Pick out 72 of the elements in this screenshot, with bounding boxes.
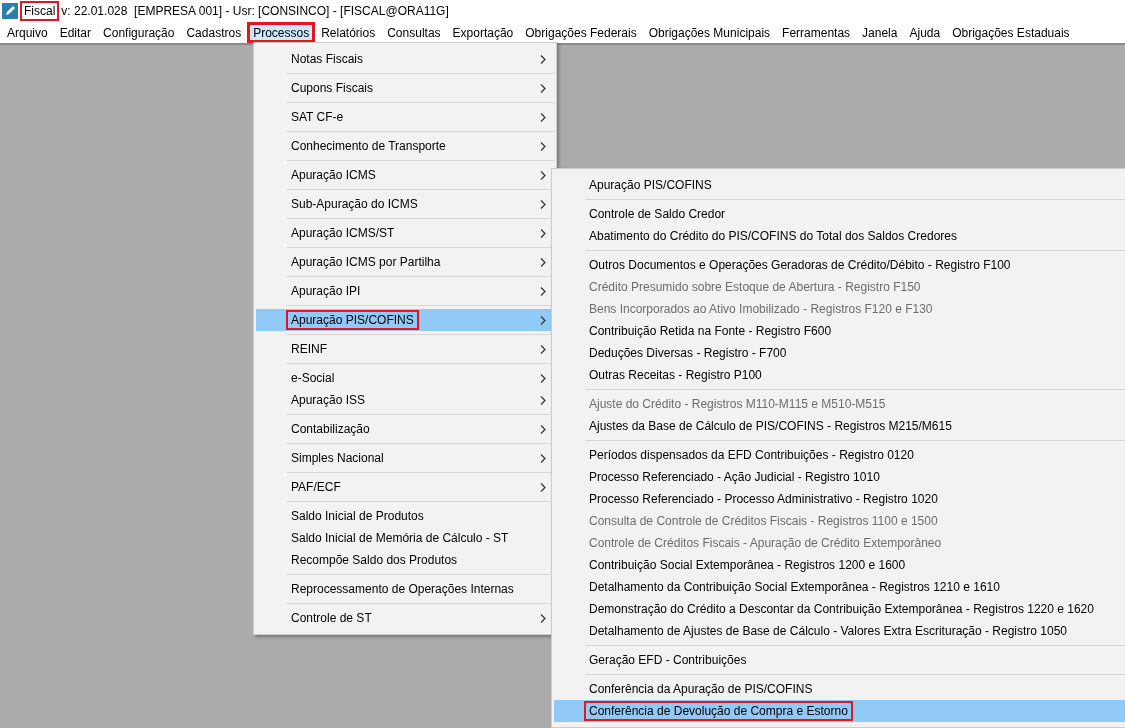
chevron-right-icon xyxy=(540,170,546,180)
menu-item[interactable]: Saldo Inicial de Memória de Cálculo - ST xyxy=(256,527,554,549)
menu-bar-item[interactable]: Janela xyxy=(856,22,904,43)
menu-item[interactable]: Cupons Fiscais xyxy=(256,77,554,99)
menu-bar-item[interactable]: Ajuda xyxy=(903,22,947,43)
menu-item[interactable]: Apuração IPI xyxy=(256,280,554,302)
menu-item[interactable]: Saldo Inicial de Produtos xyxy=(256,505,554,527)
menu-item[interactable]: Conhecimento de Transporte xyxy=(256,135,554,157)
menu-item[interactable]: Apuração ICMS por Partilha xyxy=(256,251,554,273)
menu-item[interactable]: Apuração PIS/COFINS xyxy=(256,309,554,331)
menu-item[interactable]: e-Social xyxy=(256,367,554,389)
menu-item[interactable]: Deduções Diversas - Registro - F700 xyxy=(554,342,1125,364)
menu-item[interactable]: REINF xyxy=(256,338,554,360)
menu-bar-item[interactable]: Cadastros xyxy=(180,22,248,43)
menu-item[interactable]: Abatimento do Crédito do PIS/COFINS do Total dos Saldos Credores xyxy=(554,225,1125,247)
menu-bar-item[interactable]: Ferramentas xyxy=(776,22,857,43)
menu-bar-item[interactable]: Obrigações Estaduais xyxy=(946,22,1076,43)
menu-bar-item[interactable]: Configuração xyxy=(97,22,181,43)
menu-bar-item[interactable]: Obrigações Municipais xyxy=(642,22,777,43)
menu-item[interactable]: Apuração ICMS xyxy=(256,164,554,186)
chevron-right-icon xyxy=(540,315,546,325)
menu-item[interactable]: Períodos dispensados da EFD Contribuições - Registro 0120 xyxy=(554,444,1125,466)
menu-item[interactable]: Ajustes da Base de Cálculo de PIS/COFINS - Registros M215/M615 xyxy=(554,415,1125,437)
menu-item[interactable]: PAF/ECF xyxy=(256,476,554,498)
menu-item[interactable]: Processo Referenciado - Processo Administrativo - Registro 1020 xyxy=(554,488,1125,510)
menu-item[interactable]: Processo Referenciado - Ação Judicial - Registro 1010 xyxy=(554,466,1125,488)
menu-bar-item[interactable]: Processos xyxy=(247,22,316,43)
chevron-right-icon xyxy=(540,344,546,354)
chevron-right-icon xyxy=(540,228,546,238)
menu-bar-item[interactable]: Consultas xyxy=(381,22,447,43)
chevron-right-icon xyxy=(540,424,546,434)
menu-item[interactable]: Conferência da Apuração de PIS/COFINS xyxy=(554,678,1125,700)
menu-item[interactable]: Recompõe Saldo dos Produtos xyxy=(256,549,554,571)
menu-item[interactable]: Simples Nacional xyxy=(256,447,554,469)
window-title: v: 22.01.028 [EMPRESA 001] - Usr: [CONSINCO] - [FISCAL@ORA11G] xyxy=(61,4,449,18)
menu-item[interactable]: Controle de Saldo Credor xyxy=(554,203,1125,225)
chevron-right-icon xyxy=(540,286,546,296)
chevron-right-icon xyxy=(540,373,546,383)
chevron-right-icon xyxy=(540,453,546,463)
menu-item[interactable]: SAT CF-e xyxy=(256,106,554,128)
menu-item[interactable]: Sub-Apuração do ICMS xyxy=(256,193,554,215)
menu-item[interactable]: Conferência de Devolução de Compra e Estorno xyxy=(554,700,1125,722)
menu-item[interactable]: Contribuição Retida na Fonte - Registro F600 xyxy=(554,320,1125,342)
chevron-right-icon xyxy=(540,613,546,623)
menu-item[interactable]: Demonstração do Crédito a Descontar da Contribuição Extemporânea - Registros 1220 e 1620 xyxy=(554,598,1125,620)
chevron-right-icon xyxy=(540,83,546,93)
menu-bar-item[interactable]: Exportação xyxy=(446,22,520,43)
menu-bar-item[interactable]: Obrigações Federais xyxy=(519,22,643,43)
chevron-right-icon xyxy=(540,141,546,151)
chevron-right-icon xyxy=(540,199,546,209)
menu-item[interactable]: Contabilização xyxy=(256,418,554,440)
menu-item[interactable]: Outras Receitas - Registro P100 xyxy=(554,364,1125,386)
app-name: Fiscal xyxy=(20,1,60,21)
menu-item[interactable]: Detalhamento da Contribuição Social Extemporânea - Registros 1210 e 1610 xyxy=(554,576,1125,598)
chevron-right-icon xyxy=(540,482,546,492)
menu-bar-item[interactable]: Arquivo xyxy=(1,22,54,43)
menu-item[interactable]: Controle de ST xyxy=(256,607,554,629)
chevron-right-icon xyxy=(540,112,546,122)
menu-item[interactable]: Apuração ICMS/ST xyxy=(256,222,554,244)
chevron-right-icon xyxy=(540,395,546,405)
menu-item[interactable]: Notas Fiscais xyxy=(256,48,554,70)
menu-bar-item[interactable]: Editar xyxy=(53,22,98,43)
chevron-right-icon xyxy=(540,257,546,267)
menu-item[interactable]: Geração EFD - Contribuições xyxy=(554,649,1125,671)
menu-bar-item[interactable]: Relatórios xyxy=(315,22,382,43)
chevron-right-icon xyxy=(540,54,546,64)
menu-item[interactable]: Reprocessamento de Operações Internas xyxy=(256,578,554,600)
menu-item[interactable]: Apuração PIS/COFINS xyxy=(554,174,1125,196)
menu-item[interactable]: Contribuição Social Extemporânea - Registros 1200 e 1600 xyxy=(554,554,1125,576)
menu-item[interactable]: Detalhamento de Ajustes de Base de Cálculo - Valores Extra Escrituração - Registro 1050 xyxy=(554,620,1125,642)
menu-item[interactable]: Apuração ISS xyxy=(256,389,554,411)
menu-item[interactable]: Outros Documentos e Operações Geradoras de Crédito/Débito - Registro F100 xyxy=(554,254,1125,276)
